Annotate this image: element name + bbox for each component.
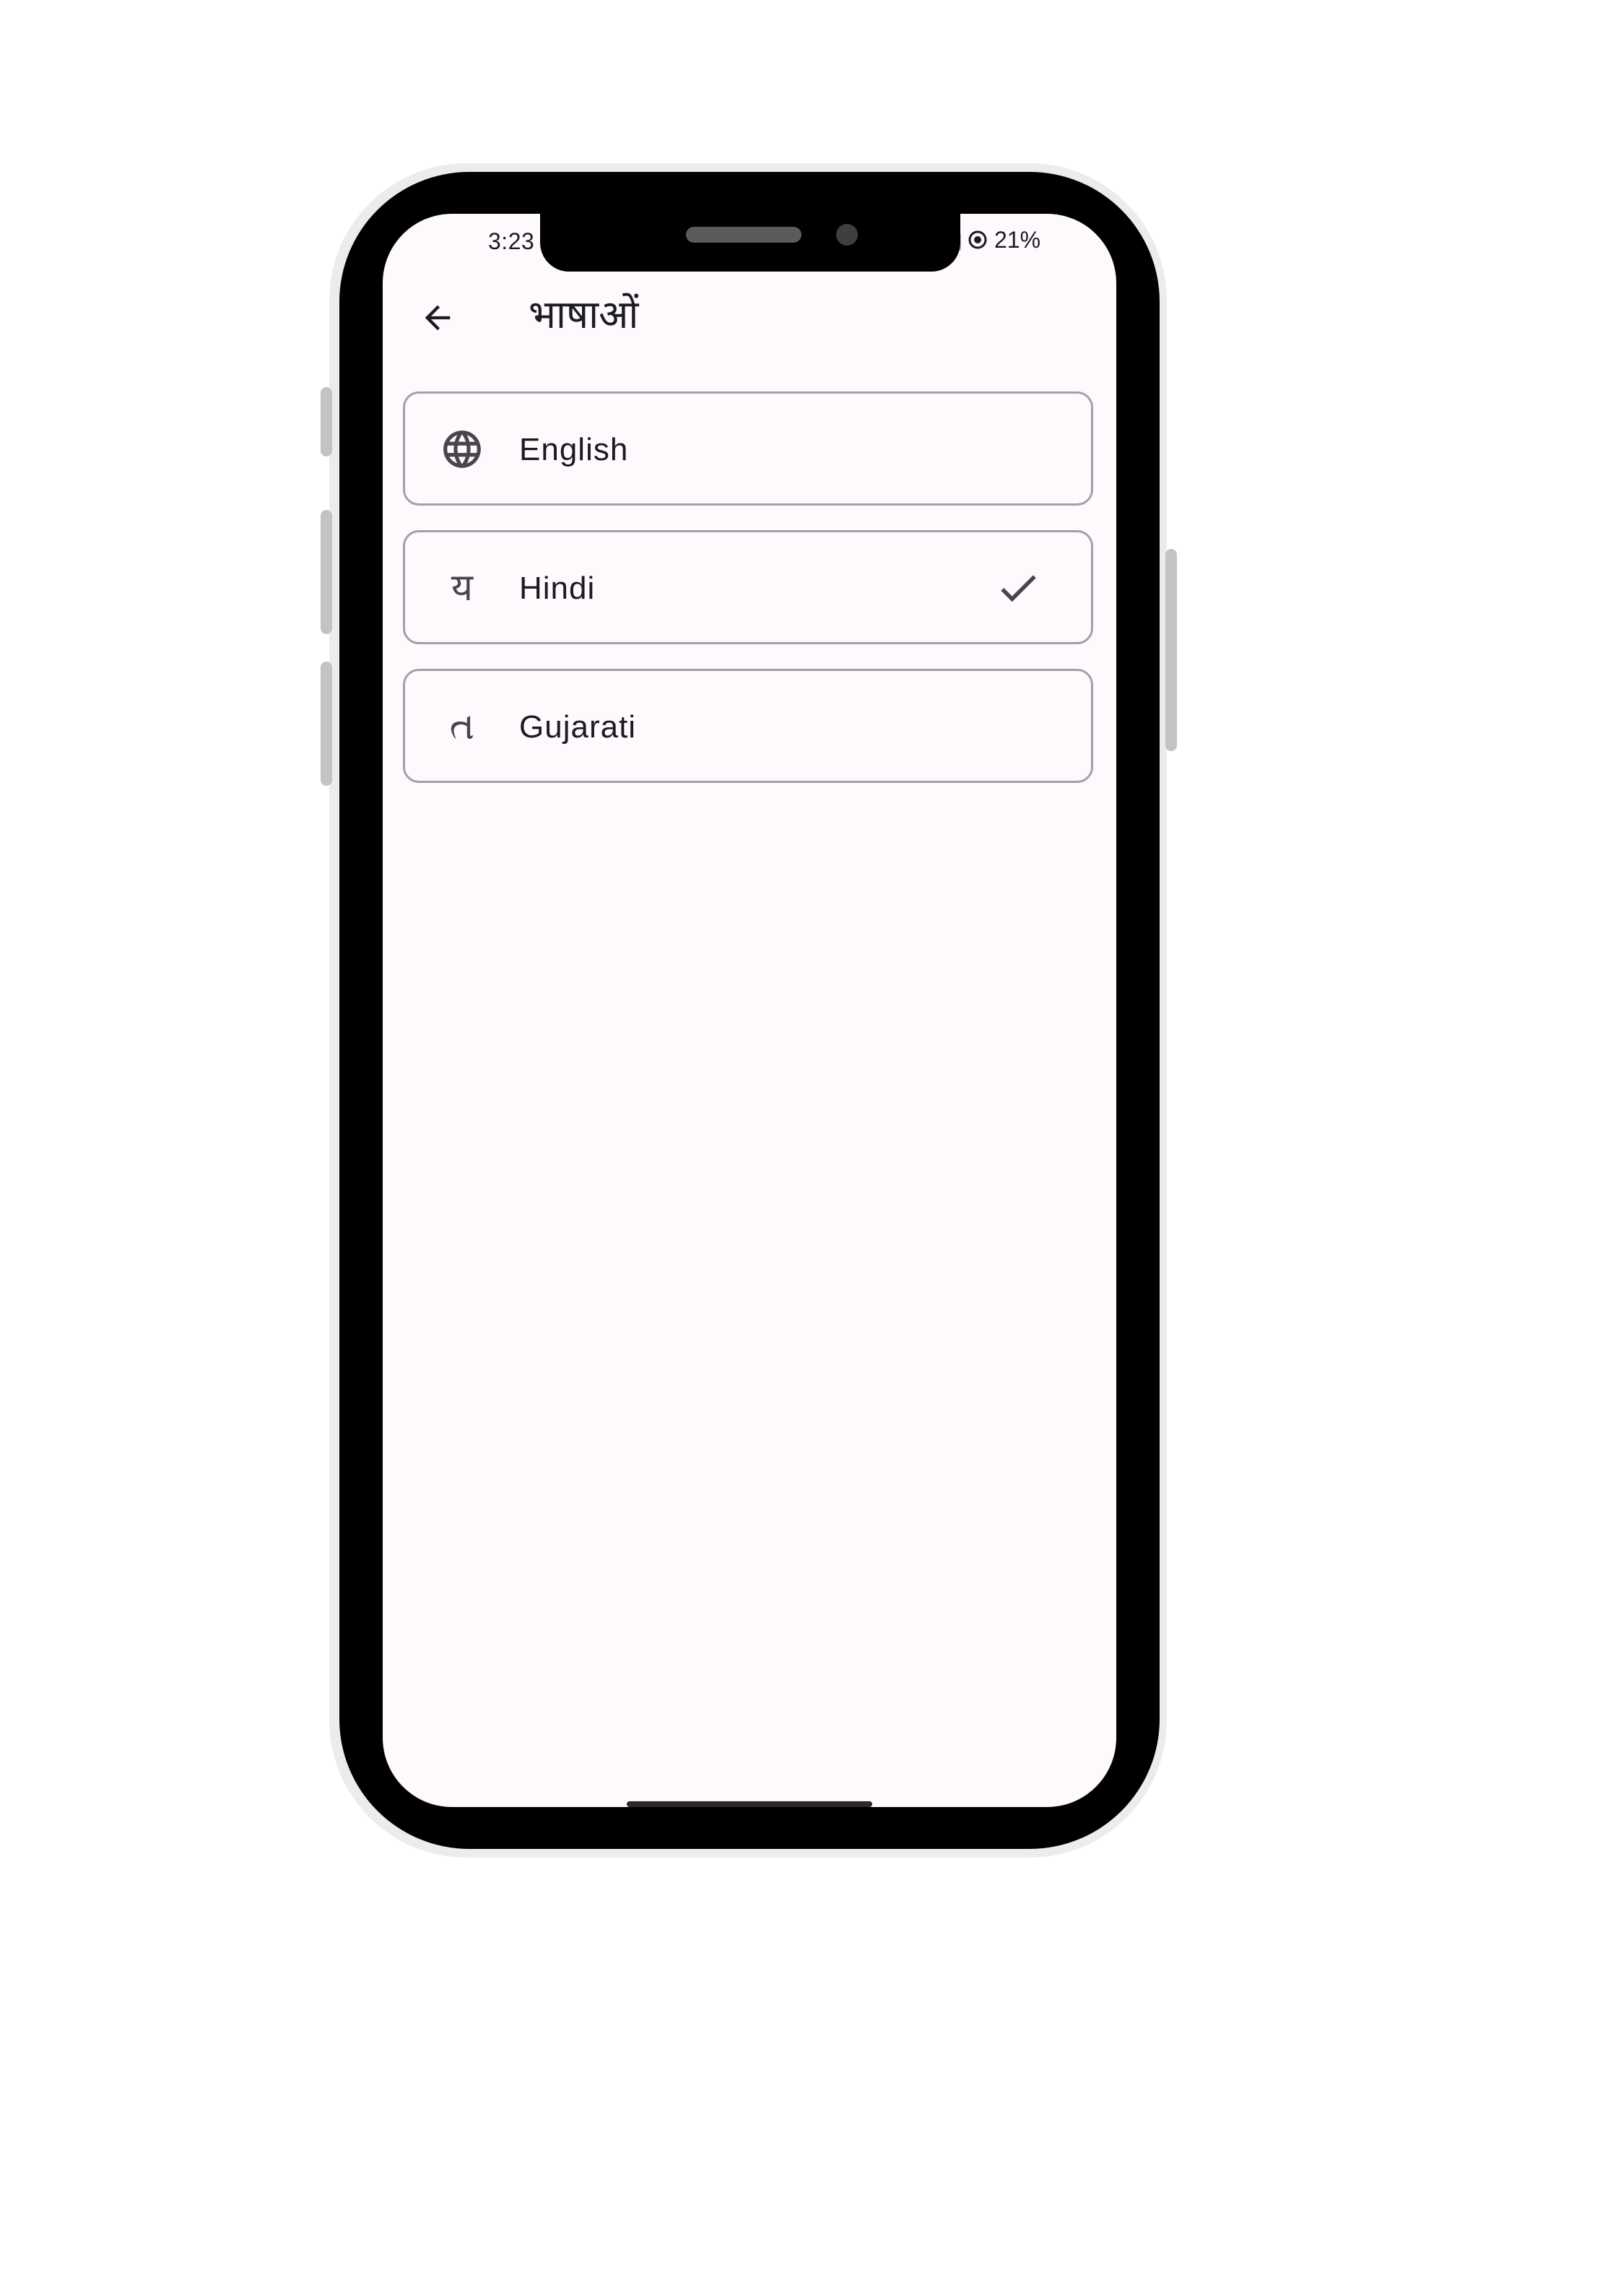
phone-silent-switch [321,387,332,456]
status-time: 3:23 [488,228,535,254]
check-icon [1001,575,1036,602]
hindi-glyph-icon: य [438,564,486,612]
phone-power-button [1165,549,1177,751]
phone-volume-up-button [321,510,332,634]
home-indicator[interactable] [627,1801,872,1807]
front-camera [836,224,858,246]
language-label: Gujarati [519,709,637,745]
language-option-hindi[interactable]: य Hindi [403,530,1093,644]
arrow-back-icon [425,305,451,331]
battery-level: 21% [994,226,1041,253]
hindi-glyph: य [451,566,474,610]
phone-speaker [686,227,801,243]
back-button[interactable] [416,296,459,339]
language-label: Hindi [519,571,596,606]
globe-icon [438,425,486,473]
language-option-english[interactable]: English [403,391,1093,506]
gujarati-glyph: ત [449,705,475,748]
page-title: भाषाओं [529,292,639,337]
language-label: English [519,432,629,467]
sync-icon [968,230,987,249]
phone-volume-down-button [321,662,332,786]
language-option-gujarati[interactable]: ત Gujarati [403,669,1093,783]
gujarati-glyph-icon: ત [438,703,486,750]
